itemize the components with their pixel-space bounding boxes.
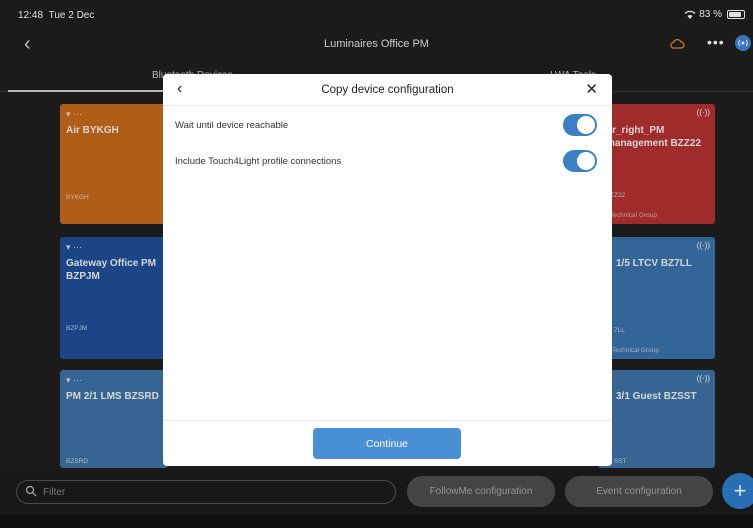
continue-button[interactable]: Continue: [313, 428, 461, 459]
option-label: Include Touch4Light profile connections: [175, 156, 342, 167]
option-label: Wait until device reachable: [175, 120, 289, 131]
copy-configuration-dialog: ‹ Copy device configuration ✕ Wait until…: [163, 74, 612, 466]
dialog-title: Copy device configuration: [321, 84, 454, 96]
option-row-wait-reachable: Wait until device reachable: [163, 108, 612, 144]
include-profile-toggle[interactable]: [563, 150, 597, 172]
close-icon[interactable]: ✕: [585, 80, 598, 98]
option-row-include-profile: Include Touch4Light profile connections: [163, 144, 612, 180]
dialog-header: ‹ Copy device configuration ✕: [163, 74, 612, 106]
wait-reachable-toggle[interactable]: [563, 114, 597, 136]
dialog-footer: Continue: [163, 420, 612, 466]
app-screen: 12:48 Tue 2 Dec 83 % ‹ Luminaires Office…: [0, 0, 753, 528]
